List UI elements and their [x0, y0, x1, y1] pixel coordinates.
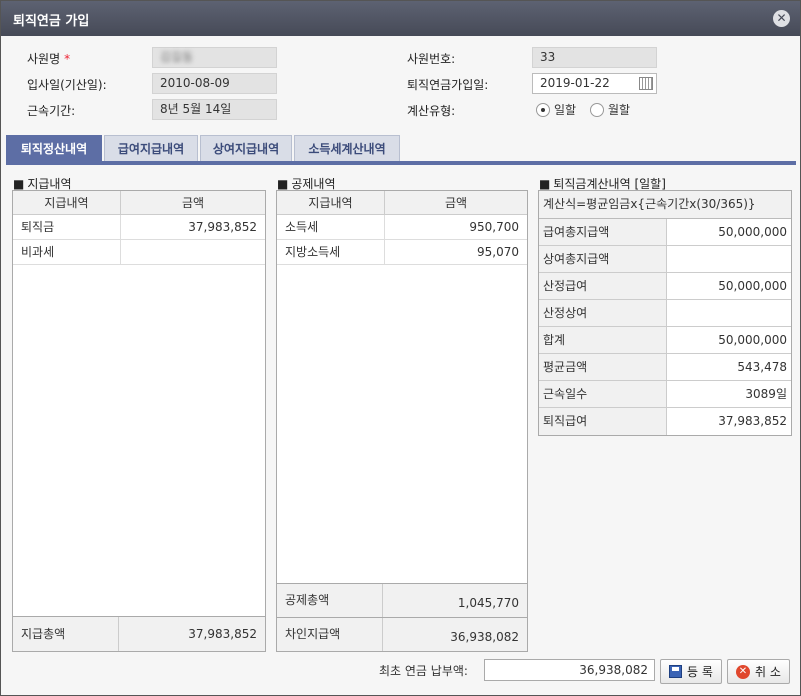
calc-row: 산정급여 50,000,000 — [539, 273, 791, 300]
deductions-total-row: 공제총액 1,045,770 — [277, 583, 527, 617]
table-row[interactable]: 지방소득세 95,070 — [277, 240, 527, 265]
save-icon — [669, 665, 682, 678]
radio-dot — [590, 102, 604, 117]
calc-table: 계산식=평균임금x{근속기간x(30/365)} 급여총지급액 50,000,00… — [538, 190, 792, 436]
calc-row: 상여총지급액 — [539, 246, 791, 273]
calc-row: 근속일수 3089일 — [539, 381, 791, 408]
cancel-icon: ✕ — [736, 664, 750, 679]
employee-name-field: 김길동 — [152, 47, 277, 68]
payments-header: 지급내역 금액 — [13, 191, 265, 215]
table-row[interactable]: 퇴직금 37,983,852 — [13, 215, 265, 240]
calc-row: 급여총지급액 50,000,000 — [539, 219, 791, 246]
column-header: 금액 — [181, 196, 205, 210]
first-payment-input[interactable]: 36,938,082 — [484, 659, 655, 681]
deductions-total-label: 공제총액 — [277, 584, 383, 617]
calc-row: 퇴직급여 37,983,852 — [539, 408, 791, 435]
table-row[interactable]: 비과세 — [13, 240, 265, 265]
register-button[interactable]: 등 록 — [660, 659, 722, 684]
calc-type-monthly-radio[interactable]: 월할 — [590, 101, 630, 118]
column-header: 지급내역 — [277, 191, 385, 214]
tab-salary-payment[interactable]: 급여지급내역 — [104, 135, 198, 161]
titlebar: 퇴직연금 가입 ✕ — [1, 1, 800, 36]
tab-income-tax-calc[interactable]: 소득세계산내역 — [294, 135, 400, 161]
net-pay-value: 36,938,082 — [450, 630, 519, 644]
calc-row: 산정상여 — [539, 300, 791, 327]
join-date-label: 퇴직연금가입일: — [407, 78, 489, 92]
calc-row: 합계 50,000,000 — [539, 327, 791, 354]
net-pay-row: 차인지급액 36,938,082 — [277, 617, 527, 651]
service-period-field: 8년 5월 14일 — [152, 99, 277, 120]
table-row[interactable]: 소득세 950,700 — [277, 215, 527, 240]
cancel-button[interactable]: ✕ 취 소 — [727, 659, 790, 684]
net-pay-label: 차인지급액 — [277, 618, 383, 651]
join-date-input[interactable]: 2019-01-22 — [532, 73, 657, 94]
employee-no-field: 33 — [532, 47, 657, 68]
calc-formula: 계산식=평균임금x{근속기간x(30/365)} — [539, 191, 791, 219]
hire-date-field: 2010-08-09 — [152, 73, 277, 94]
first-payment-label: 최초 연금 납부액: — [379, 664, 468, 678]
tab-bar: 퇴직정산내역 급여지급내역 상여지급내역 소득세계산내역 — [6, 135, 796, 165]
calendar-icon[interactable] — [639, 77, 653, 90]
payments-total-row: 지급총액 37,983,852 — [13, 616, 265, 651]
tab-retirement-settlement[interactable]: 퇴직정산내역 — [6, 135, 102, 161]
dialog: 퇴직연금 가입 ✕ 사원명 * 김길동 사원번호: 33 입사일(기산일): 20… — [0, 0, 801, 696]
service-period-label: 근속기간: — [27, 104, 76, 118]
column-header: 지급내역 — [13, 191, 121, 214]
hire-date-label: 입사일(기산일): — [27, 78, 107, 92]
payments-grid: 지급내역 금액 퇴직금 37,983,852 비과세 지급총액 37,983,8… — [12, 190, 266, 652]
deductions-grid: 지급내역 금액 소득세 950,700 지방소득세 95,070 공제총액 1,… — [276, 190, 528, 652]
tab-bonus-payment[interactable]: 상여지급내역 — [200, 135, 292, 161]
deductions-total-value: 1,045,770 — [457, 596, 519, 610]
calc-row: 평균금액 543,478 — [539, 354, 791, 381]
employee-name-label: 사원명 * — [27, 52, 71, 66]
calc-type-label: 계산유형: — [407, 104, 456, 118]
column-header: 금액 — [444, 196, 468, 210]
calc-type-daily-radio[interactable]: 일할 — [536, 101, 576, 118]
close-icon[interactable]: ✕ — [773, 10, 790, 27]
deductions-header: 지급내역 금액 — [277, 191, 527, 215]
window-title: 퇴직연금 가입 — [13, 14, 90, 29]
payments-total-value: 37,983,852 — [188, 627, 257, 641]
employee-no-label: 사원번호: — [407, 52, 456, 66]
required-mark: * — [64, 52, 71, 66]
radio-dot — [536, 102, 550, 117]
payments-total-label: 지급총액 — [13, 617, 119, 651]
